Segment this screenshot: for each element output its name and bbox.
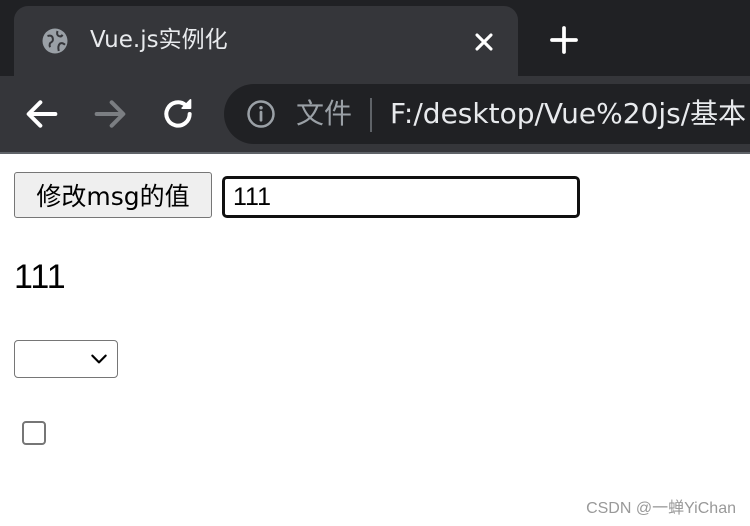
checkbox[interactable] [22,421,46,445]
page-content: 修改msg的值 111 CSDN @一蝉YiChan [0,154,750,526]
watermark: CSDN @一蝉YiChan [586,500,736,517]
msg-display: 111 [14,258,66,296]
chevron-down-icon [91,354,107,364]
reload-icon[interactable] [158,94,198,134]
plus-icon[interactable] [548,24,580,56]
address-bar[interactable]: 文件 F:/desktop/Vue%20js/基本 [224,84,750,144]
address-separator [370,98,372,132]
tab-active[interactable]: Vue.js实例化 [14,6,518,76]
arrow-right-icon[interactable] [90,94,130,134]
tab-title: Vue.js实例化 [90,27,228,53]
url-text[interactable]: F:/desktop/Vue%20js/基本 [390,94,746,134]
security-label: 文件 [296,97,353,130]
close-icon[interactable] [470,28,498,56]
msg-input[interactable] [222,176,580,218]
modify-msg-button[interactable]: 修改msg的值 [14,172,212,218]
tab-strip: Vue.js实例化 [0,0,750,76]
browser-window: Vue.js实例化 文件 F:/desktop/Vue%20js/基本 修改ms… [0,0,750,526]
globe-icon [42,28,68,54]
toolbar: 文件 F:/desktop/Vue%20js/基本 [0,76,750,152]
select-dropdown[interactable] [14,340,118,378]
arrow-left-icon[interactable] [22,94,62,134]
info-icon[interactable] [246,99,276,129]
